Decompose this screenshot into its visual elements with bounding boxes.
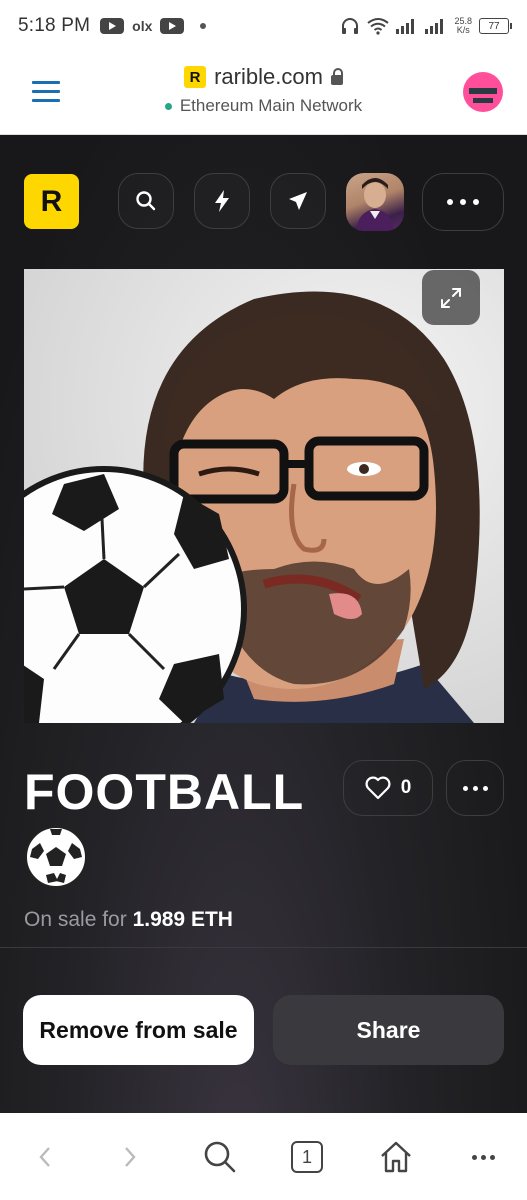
nft-artwork[interactable]: [24, 269, 504, 723]
lightning-icon: [215, 190, 229, 212]
sale-info: On sale for 1.989 ETH: [24, 908, 233, 932]
youtube-icon: [160, 18, 185, 34]
like-count: 0: [400, 777, 412, 798]
signal-icon: [425, 19, 444, 34]
wallet-avatar[interactable]: [463, 72, 503, 112]
nft-image: [24, 269, 504, 723]
remove-from-sale-button[interactable]: Remove from sale: [23, 995, 254, 1065]
olx-icon: olx: [132, 18, 153, 34]
notification-icons: olx: [100, 18, 207, 34]
headphones-icon: [342, 18, 359, 34]
forward-icon: [125, 1147, 136, 1167]
network-status-dot: [164, 102, 172, 110]
like-button[interactable]: 0: [343, 760, 433, 816]
search-icon: [204, 1141, 236, 1173]
home-icon: [381, 1141, 411, 1173]
youtube-icon: [100, 18, 125, 34]
soccer-ball-icon: [24, 825, 88, 894]
nft-title: FOOTBALL: [24, 764, 305, 820]
net-speed-unit: K/s: [456, 25, 470, 35]
expand-button[interactable]: [422, 270, 480, 325]
search-button[interactable]: [200, 1137, 240, 1177]
tabs-button[interactable]: 1: [288, 1137, 326, 1177]
search-button[interactable]: [118, 173, 174, 229]
back-icon: [39, 1147, 50, 1167]
tabs-icon: 1: [291, 1141, 323, 1173]
network-name: Ethereum Main Network: [179, 96, 363, 115]
share-button[interactable]: Share: [273, 995, 504, 1065]
site-favicon: R: [184, 66, 207, 88]
messages-button[interactable]: [270, 173, 326, 229]
more-notifications-dot: [200, 23, 207, 29]
site-domain: rarible.com: [214, 64, 323, 89]
more-icon: [462, 785, 468, 791]
more-icon: [447, 199, 453, 205]
send-icon: [289, 192, 307, 210]
battery-icon: 77: [479, 18, 512, 34]
activity-button[interactable]: [194, 173, 250, 229]
status-bar: 5:18 PM olx 25.8 K/s 77: [0, 0, 527, 52]
home-button[interactable]: [376, 1137, 416, 1177]
sale-price: 1.989 ETH: [132, 908, 233, 931]
forward-button[interactable]: [115, 1137, 145, 1177]
lock-icon: [330, 67, 343, 85]
profile-photo: [356, 178, 394, 231]
item-more-button[interactable]: [446, 760, 504, 816]
tab-count: 1: [301, 1146, 312, 1167]
divider: [0, 947, 527, 948]
wifi-icon: [367, 18, 390, 35]
more-button[interactable]: [422, 173, 504, 231]
profile-avatar[interactable]: [346, 173, 404, 231]
search-icon: [136, 191, 156, 211]
sale-prefix: On sale for: [24, 908, 127, 931]
heart-icon: [365, 776, 391, 800]
browser-toolbar: R rarible.com Ethereum Main Network: [0, 52, 527, 135]
back-button[interactable]: [30, 1137, 60, 1177]
expand-icon: [441, 287, 461, 308]
menu-button[interactable]: [466, 1137, 500, 1177]
signal-icon: [396, 19, 415, 34]
more-icon: [471, 1154, 477, 1160]
address-bar[interactable]: R rarible.com Ethereum Main Network: [0, 64, 527, 116]
status-time: 5:18 PM: [18, 15, 91, 36]
system-icons: 25.8 K/s 77: [340, 17, 512, 35]
browser-bottom-nav: 1: [0, 1113, 527, 1200]
network-speed: 25.8 K/s: [454, 17, 472, 35]
rarible-page: R FOOTBALL 0 On sale for 1.989 ETH Remov…: [0, 135, 527, 1113]
rarible-logo[interactable]: R: [24, 174, 79, 229]
